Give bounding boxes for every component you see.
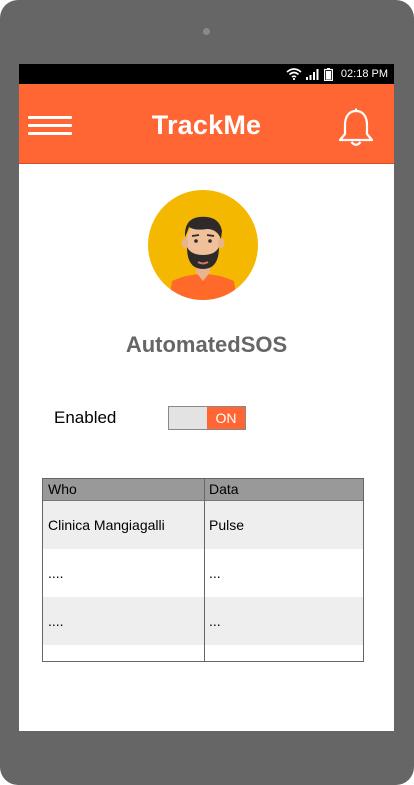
- enabled-label: Enabled: [54, 408, 117, 427]
- cell-who: ....: [43, 549, 205, 597]
- signal-icon: [305, 69, 319, 80]
- table-row[interactable]: .... ...: [43, 549, 363, 597]
- cell-who: Clinica Mangiagalli: [43, 501, 205, 549]
- cell-data: Pulse: [209, 517, 245, 533]
- cell-data: [205, 645, 363, 661]
- bell-icon[interactable]: [337, 108, 375, 148]
- profile-name: AutomatedSOS: [125, 332, 288, 357]
- wifi-icon: [286, 68, 302, 80]
- table-row: [43, 645, 363, 661]
- device-frame: 02:18 PM TrackMe AutomatedSOS Enabled ON…: [0, 0, 414, 785]
- cell-data: ...: [209, 613, 221, 629]
- profile-avatar: [148, 190, 258, 300]
- camera-dot: [203, 28, 210, 35]
- table-row[interactable]: Clinica Mangiagalli Pulse: [43, 501, 363, 549]
- table-row[interactable]: .... ...: [43, 597, 363, 645]
- cell-who: [43, 645, 205, 661]
- header-data: Data: [209, 481, 239, 497]
- header-who: Who: [43, 479, 205, 500]
- status-bar: 02:18 PM: [19, 64, 394, 84]
- contacts-table: Who Data Clinica Mangiagalli Pulse .... …: [42, 478, 364, 662]
- cell-who: ....: [43, 597, 205, 645]
- enabled-toggle[interactable]: ON: [168, 406, 246, 430]
- app-bar: TrackMe: [19, 84, 394, 164]
- toggle-on-indicator: ON: [207, 407, 245, 429]
- cell-data: ...: [209, 565, 221, 581]
- table-header: Who Data: [43, 479, 363, 501]
- battery-icon: [323, 67, 333, 81]
- status-time: 02:18 PM: [340, 68, 388, 80]
- app-screen: 02:18 PM TrackMe AutomatedSOS Enabled ON…: [19, 64, 394, 731]
